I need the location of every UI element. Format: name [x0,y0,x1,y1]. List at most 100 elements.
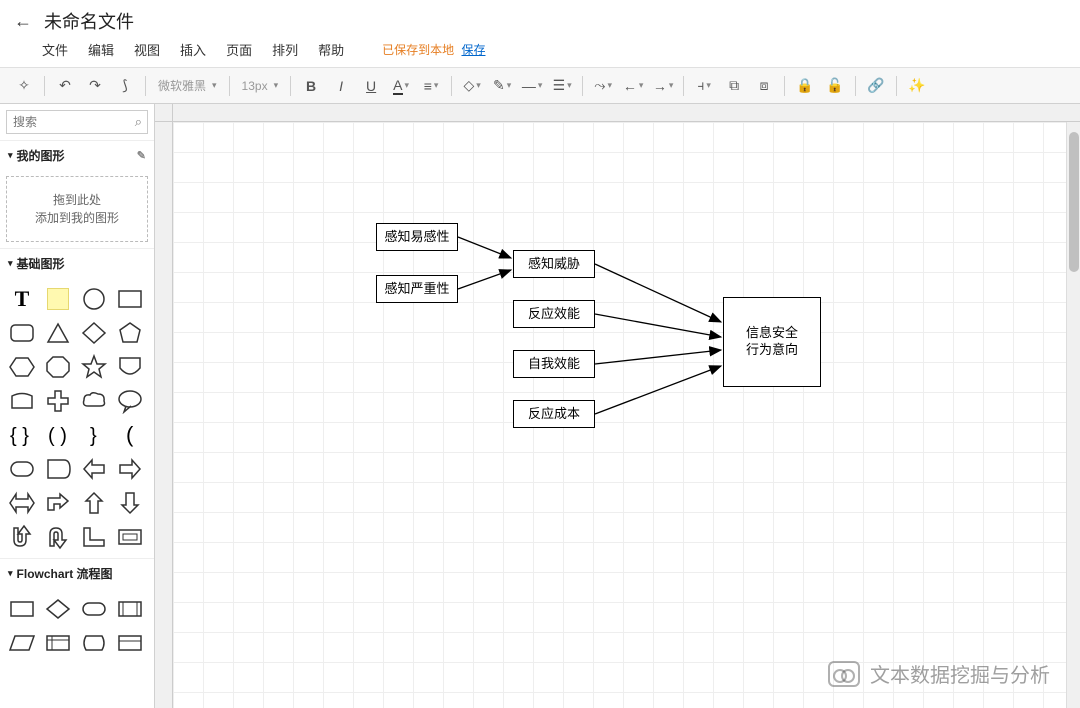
fc-display[interactable] [76,626,112,660]
underline-icon[interactable]: U [357,73,385,99]
shape-text[interactable]: T [4,282,40,316]
shape-star[interactable] [76,350,112,384]
save-link[interactable]: 保存 [461,43,485,57]
canvas[interactable]: 感知易感性 感知严重性 感知威胁 反应效能 自我效能 反应成本 信息安全行为意向 [173,122,1080,708]
fc-data[interactable] [4,626,40,660]
edit-icon[interactable]: ✎ [137,149,146,162]
format-toolbar: ✧ ↶ ↷ ⟆ 微软雅黑 13px B I U A ≡ ◇ ✎ ― ☰ ⤳ ← … [0,68,1080,104]
shape-corner[interactable] [76,520,112,554]
fc-process[interactable] [4,592,40,626]
shape-note[interactable] [40,282,76,316]
shape-arrow-up[interactable] [76,486,112,520]
scroll-thumb[interactable] [1069,132,1079,272]
shape-rect[interactable] [112,282,148,316]
fc-predefined[interactable] [112,592,148,626]
shape-arrow-down[interactable] [112,486,148,520]
document-title[interactable]: 未命名文件 [44,8,134,34]
node-threat[interactable]: 感知威胁 [513,250,595,278]
undo-icon[interactable]: ↶ [51,73,79,99]
shape-roundrect[interactable] [4,316,40,350]
panel-basic-shapes[interactable]: 基础图形 [0,248,154,278]
shape-uturn-up[interactable] [40,520,76,554]
shape-frame[interactable] [112,520,148,554]
back-arrow-icon[interactable]: ← [14,11,32,32]
shape-turn[interactable] [40,486,76,520]
preview-icon[interactable]: ✧ [10,73,38,99]
shape-diamond[interactable] [76,316,112,350]
arrow-start-icon[interactable]: ← [619,73,647,99]
shape-uturn-down[interactable] [4,520,40,554]
fc-card[interactable] [112,626,148,660]
menu-page[interactable]: 页面 [226,40,252,59]
svg-text:(: ( [126,422,134,447]
scrollbar-vertical[interactable] [1066,122,1080,708]
shape-cross[interactable] [40,384,76,418]
shape-arrow-lr[interactable] [4,486,40,520]
fc-internal[interactable] [40,626,76,660]
node-threat-label: 感知威胁 [528,256,580,273]
italic-icon[interactable]: I [327,73,355,99]
menu-arrange[interactable]: 排列 [272,40,298,59]
shape-leaf[interactable] [40,452,76,486]
bold-icon[interactable]: B [297,73,325,99]
position-icon[interactable]: ⫞ [690,73,718,99]
panel-flowchart[interactable]: Flowchart 流程图 [0,558,154,588]
ungroup-icon[interactable]: ⧈ [750,73,778,99]
node-cost-label: 反应成本 [528,406,580,423]
shape-pentagon[interactable] [112,316,148,350]
redo-icon[interactable]: ↷ [81,73,109,99]
node-intention[interactable]: 信息安全行为意向 [723,297,821,387]
search-input[interactable] [6,110,148,134]
line-width-icon[interactable]: ☰ [548,73,576,99]
node-response[interactable]: 反应效能 [513,300,595,328]
menu-help[interactable]: 帮助 [318,40,344,59]
connector-icon[interactable]: ⤳ [589,73,617,99]
node-self-efficacy[interactable]: 自我效能 [513,350,595,378]
arrow-end-icon[interactable]: → [649,73,677,99]
shape-shield[interactable] [112,350,148,384]
node-sensitivity[interactable]: 感知易感性 [376,223,458,251]
font-color-icon[interactable]: A [387,73,415,99]
shape-brace-single[interactable]: } [76,418,112,452]
link-icon[interactable]: 🔗 [862,73,890,99]
fc-decision[interactable] [40,592,76,626]
line-color-icon[interactable]: ✎ [488,73,516,99]
fill-color-icon[interactable]: ◇ [458,73,486,99]
shape-paren-single[interactable]: ( [112,418,148,452]
menu-edit[interactable]: 编辑 [88,40,114,59]
drop-zone[interactable]: 拖到此处 添加到我的图形 [6,176,148,242]
panel-flowchart-label: Flowchart 流程图 [17,565,113,582]
panel-my-shapes[interactable]: 我的图形 ✎ [0,140,154,170]
shape-triangle[interactable] [40,316,76,350]
menu-insert[interactable]: 插入 [180,40,206,59]
search-icon[interactable]: ⌕ [135,114,142,130]
unlock-icon[interactable]: 🔓 [821,73,849,99]
shape-arrow-right[interactable] [112,452,148,486]
shape-hexagon[interactable] [4,350,40,384]
shape-trapezoid[interactable] [4,384,40,418]
lock-icon[interactable]: 🔒 [791,73,819,99]
font-family-select[interactable]: 微软雅黑 [152,77,223,94]
shape-brace-left[interactable]: { } [4,418,40,452]
shape-speech[interactable] [112,384,148,418]
fc-terminator[interactable] [76,592,112,626]
shape-cloud[interactable] [76,384,112,418]
line-style-icon[interactable]: ― [518,73,546,99]
node-severity[interactable]: 感知严重性 [376,275,458,303]
menu-view[interactable]: 视图 [134,40,160,59]
align-icon[interactable]: ≡ [417,73,445,99]
shape-circle[interactable] [76,282,112,316]
ruler-horizontal[interactable] [173,104,1080,122]
shape-octagon[interactable] [40,350,76,384]
menu-file[interactable]: 文件 [42,40,68,59]
shape-rounded[interactable] [4,452,40,486]
ruler-vertical[interactable] [155,122,173,708]
save-status-text: 已保存到本地 [382,43,454,57]
shape-arrow-left[interactable] [76,452,112,486]
group-icon[interactable]: ⧉ [720,73,748,99]
shape-paren[interactable]: ( ) [40,418,76,452]
format-painter-icon[interactable]: ⟆ [111,73,139,99]
font-size-select[interactable]: 13px [236,79,285,93]
node-cost[interactable]: 反应成本 [513,400,595,428]
magic-icon[interactable]: ✨ [903,73,931,99]
